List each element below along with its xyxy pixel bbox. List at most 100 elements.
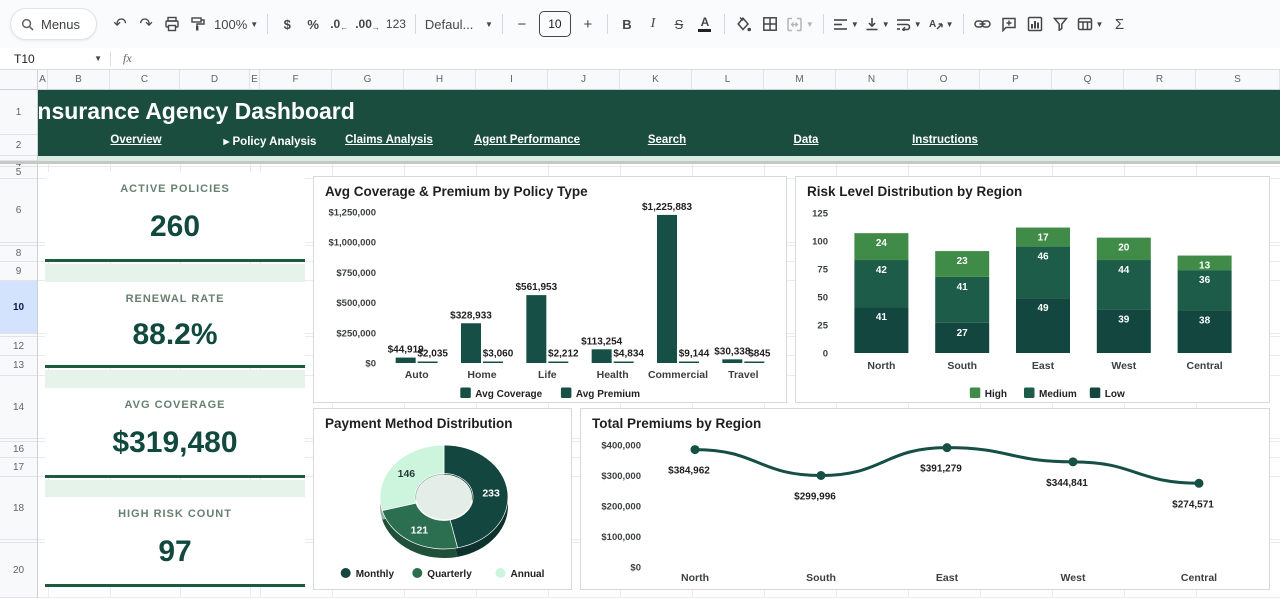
print-button[interactable] xyxy=(159,10,185,38)
arrow-left-icon: ← xyxy=(340,23,348,32)
row-header-9[interactable]: 9 xyxy=(0,262,37,281)
row-header-20[interactable]: 20 xyxy=(0,543,37,598)
row-header-2[interactable]: 2 xyxy=(0,135,37,156)
text-color-icon: A xyxy=(698,17,711,32)
fill-color-button[interactable] xyxy=(731,10,757,38)
row-header-6[interactable]: 6 xyxy=(0,179,37,243)
column-header-G[interactable]: G xyxy=(332,70,404,89)
chart-coverage-premium[interactable]: Avg Coverage & Premium by Policy Type$0$… xyxy=(313,176,787,403)
column-header-A[interactable]: A xyxy=(38,70,48,89)
chevron-down-icon: ▼ xyxy=(914,20,922,29)
card-separator xyxy=(45,264,305,282)
undo-button[interactable]: ↶ xyxy=(107,10,133,38)
column-header-N[interactable]: N xyxy=(836,70,908,89)
chart-total-premiums[interactable]: Total Premiums by Region$0$100,000$200,0… xyxy=(580,408,1270,590)
column-header-H[interactable]: H xyxy=(404,70,476,89)
more-formats-button[interactable]: 123 xyxy=(383,10,409,38)
row-header-17[interactable]: 17 xyxy=(0,458,37,477)
row-header-14[interactable]: 14 xyxy=(0,376,37,439)
functions-button[interactable]: Σ xyxy=(1106,10,1132,38)
nav-link-search[interactable]: Search xyxy=(648,134,686,146)
font-size-input[interactable]: 10 xyxy=(539,11,571,37)
chart-title: Avg Coverage & Premium by Policy Type xyxy=(325,184,588,199)
kpi-card-high-risk-count[interactable]: HIGH RISK COUNT97 xyxy=(45,497,305,587)
table-views-button[interactable]: ▼ xyxy=(1074,10,1107,38)
insert-comment-button[interactable] xyxy=(996,10,1022,38)
nav-link-agent-performance[interactable]: Agent Performance xyxy=(474,134,580,146)
create-filter-button[interactable] xyxy=(1048,10,1074,38)
svg-text:$750,000: $750,000 xyxy=(336,268,376,279)
point-west xyxy=(1069,457,1078,466)
format-percent-button[interactable]: % xyxy=(300,10,326,38)
text-wrap-button[interactable]: ▼ xyxy=(893,10,925,38)
svg-text:$2,035: $2,035 xyxy=(417,349,448,360)
kpi-card-active-policies[interactable]: ACTIVE POLICIES260 xyxy=(45,172,305,262)
column-header-C[interactable]: C xyxy=(110,70,180,89)
paint-format-button[interactable] xyxy=(185,10,211,38)
column-header-L[interactable]: L xyxy=(692,70,764,89)
column-header-Q[interactable]: Q xyxy=(1052,70,1124,89)
row-header-5[interactable]: 5 xyxy=(0,167,37,179)
text-rotation-button[interactable]: A ▼ xyxy=(925,10,957,38)
column-header-E[interactable]: E xyxy=(250,70,260,89)
select-all-corner[interactable] xyxy=(0,70,38,89)
svg-text:West: West xyxy=(1111,360,1136,372)
column-header-J[interactable]: J xyxy=(548,70,620,89)
nav-link-policy-analysis[interactable]: ▸ Policy Analysis xyxy=(224,134,317,148)
row-header-18[interactable]: 18 xyxy=(0,477,37,540)
nav-link-claims-analysis[interactable]: Claims Analysis xyxy=(345,134,433,146)
borders-button[interactable] xyxy=(757,10,783,38)
column-header-O[interactable]: O xyxy=(908,70,980,89)
chart-risk-distribution[interactable]: Risk Level Distribution by Region0255075… xyxy=(795,176,1270,403)
point-north xyxy=(691,445,700,454)
dashboard-header: Insurance Agency Dashboard Overview▸ Pol… xyxy=(38,90,1280,156)
decrease-decimals-button[interactable]: .0← xyxy=(326,10,352,38)
insert-chart-button[interactable] xyxy=(1022,10,1048,38)
column-header-R[interactable]: R xyxy=(1124,70,1196,89)
strikethrough-button[interactable]: S xyxy=(666,10,692,38)
format-currency-button[interactable]: $ xyxy=(274,10,300,38)
decrease-font-size-button[interactable]: − xyxy=(509,10,535,38)
column-header-F[interactable]: F xyxy=(260,70,332,89)
row-header-16[interactable]: 16 xyxy=(0,442,37,458)
text-color-button[interactable]: A xyxy=(692,10,718,38)
chart-icon xyxy=(1027,16,1043,32)
italic-button[interactable]: I xyxy=(640,10,666,38)
column-header-K[interactable]: K xyxy=(620,70,692,89)
svg-text:100: 100 xyxy=(812,237,828,248)
column-header-P[interactable]: P xyxy=(980,70,1052,89)
sheet-canvas[interactable]: Insurance Agency Dashboard Overview▸ Pol… xyxy=(38,90,1280,598)
bold-button[interactable]: B xyxy=(614,10,640,38)
svg-text:$0: $0 xyxy=(630,563,641,574)
frozen-rows-divider[interactable] xyxy=(0,161,1280,164)
column-header-M[interactable]: M xyxy=(764,70,836,89)
row-header-8[interactable]: 8 xyxy=(0,246,37,262)
increase-decimals-button[interactable]: .00→ xyxy=(352,10,383,38)
increase-font-size-button[interactable]: + xyxy=(575,10,601,38)
nav-link-overview[interactable]: Overview xyxy=(110,134,161,146)
row-header-1[interactable]: 1 xyxy=(0,90,37,135)
borders-icon xyxy=(762,16,778,32)
column-header-I[interactable]: I xyxy=(476,70,548,89)
row-header-10[interactable]: 10 xyxy=(0,281,37,334)
row-header-13[interactable]: 13 xyxy=(0,356,37,376)
svg-text:Health: Health xyxy=(597,369,629,381)
menus-search[interactable]: Menus xyxy=(10,8,97,40)
kpi-card-renewal-rate[interactable]: RENEWAL RATE88.2% xyxy=(45,282,305,368)
zoom-select[interactable]: 100%▼ xyxy=(211,10,261,38)
column-header-S[interactable]: S xyxy=(1196,70,1280,89)
redo-button[interactable]: ↷ xyxy=(133,10,159,38)
nav-link-instructions[interactable]: Instructions xyxy=(912,134,978,146)
nav-link-data[interactable]: Data xyxy=(794,134,819,146)
font-select[interactable]: Defaul...▼ xyxy=(422,10,496,38)
merge-cells-button[interactable]: ▼ xyxy=(783,10,817,38)
kpi-card-avg-coverage[interactable]: AVG COVERAGE$319,480 xyxy=(45,388,305,478)
name-box[interactable]: T10 ▼ xyxy=(0,52,110,66)
column-header-D[interactable]: D xyxy=(180,70,250,89)
row-header-12[interactable]: 12 xyxy=(0,337,37,356)
insert-link-button[interactable] xyxy=(970,10,996,38)
horizontal-align-button[interactable]: ▼ xyxy=(830,10,862,38)
chart-payment-method[interactable]: Payment Method Distribution233121146Mont… xyxy=(313,408,572,590)
column-header-B[interactable]: B xyxy=(48,70,110,89)
vertical-align-button[interactable]: ▼ xyxy=(862,10,893,38)
